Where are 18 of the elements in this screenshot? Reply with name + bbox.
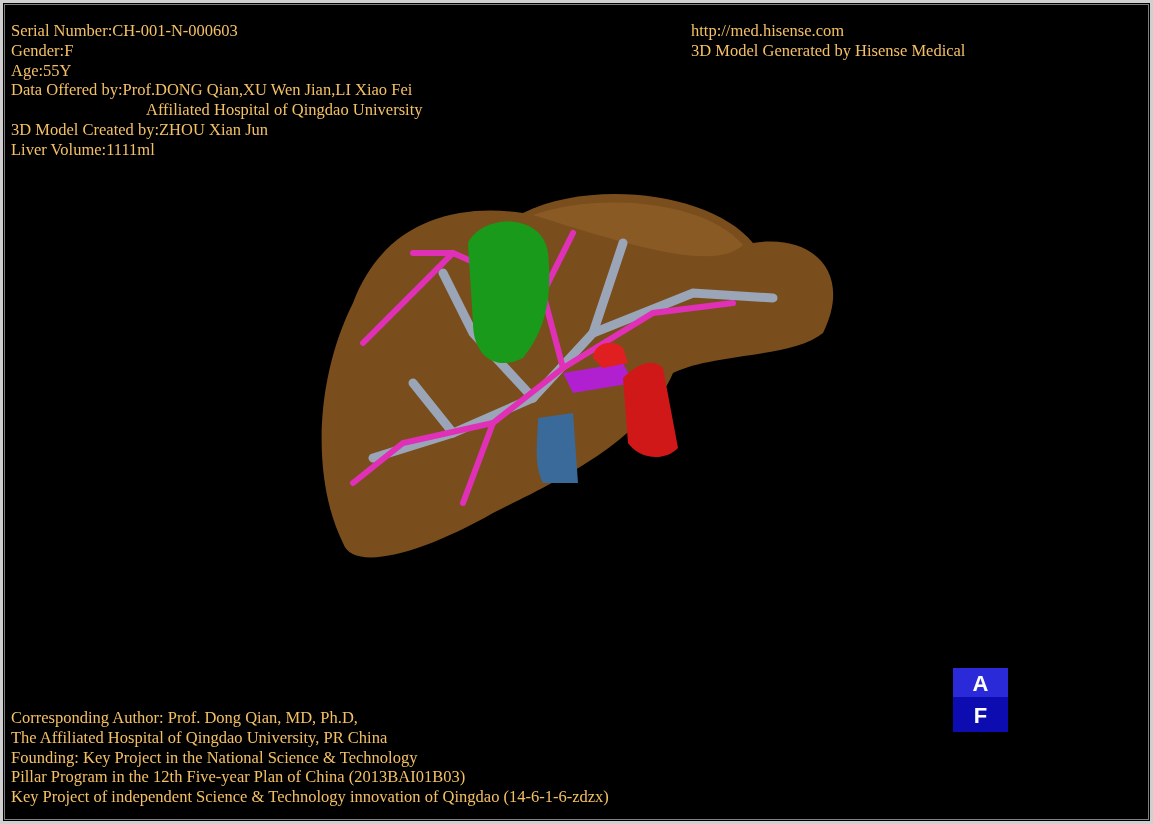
- info-text: Gender:F: [11, 40, 74, 61]
- info-text: 3D Model Created by:ZHOU Xian Jun: [11, 120, 269, 140]
- info-text: Serial Number:CH-001-N-000603: [11, 21, 238, 41]
- info-text: Pillar Program in the 12th Five-year Plan of China (2013BAI01B03): [11, 767, 466, 788]
- info-text: Key Project of independent Science & Technology innovation of Qingdao (14-6-1-6-zdzx): [11, 787, 609, 807]
- info-text: Founding: Key Project in the National Science & Technology: [11, 747, 418, 768]
- info-text: Corresponding Author: Prof. Dong Qian, MD, Ph.D,: [11, 708, 358, 728]
- info-text: Age:55Y: [11, 60, 72, 81]
- info-text: The Affiliated Hospital of Qingdao University, PR China: [11, 727, 388, 748]
- cube-front-label: F: [973, 704, 988, 728]
- orientation-cube[interactable]: A F: [953, 668, 1008, 732]
- cube-top-label: A: [972, 672, 989, 696]
- info-text: Liver Volume:1111ml: [11, 139, 155, 160]
- info-text: http://med.hisense.com: [691, 21, 845, 41]
- info-text: 3D Model Generated by Hisense Medical: [691, 40, 966, 61]
- info-text: Affiliated Hospital of Qingdao University: [146, 100, 423, 120]
- info-text: Data Offered by:Prof.DONG Qian,XU Wen Jian,LI Xiao Fei: [11, 80, 413, 101]
- viewport[interactable]: [0, 0, 1153, 824]
